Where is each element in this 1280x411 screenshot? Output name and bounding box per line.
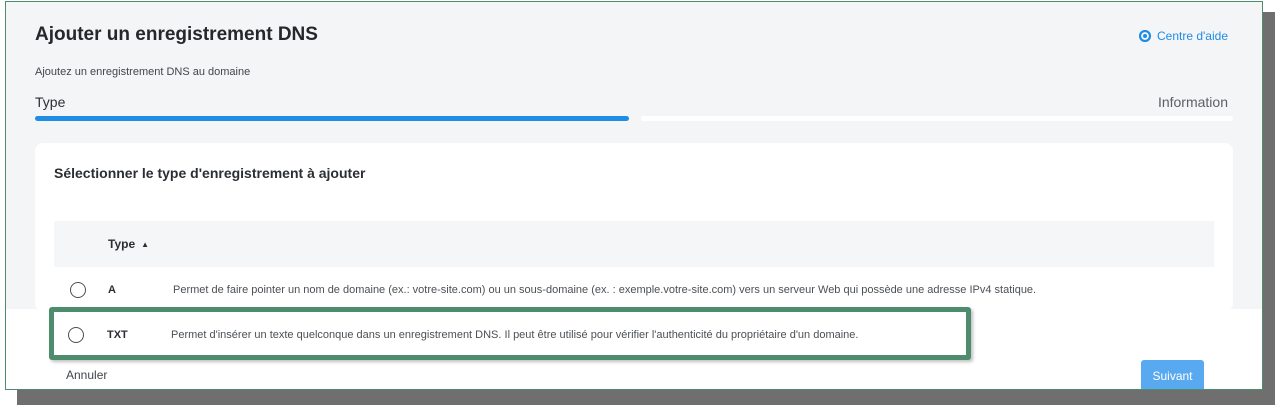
table-row[interactable]: A Permet de faire pointer un nom de doma…: [54, 267, 1214, 311]
column-header-type[interactable]: Type ▲: [108, 237, 149, 251]
page-subtitle: Ajoutez un enregistrement DNS au domaine: [35, 66, 251, 78]
column-header-label: Type: [108, 237, 136, 251]
step-information: Information: [1157, 94, 1228, 110]
cancel-button[interactable]: Annuler: [66, 368, 107, 382]
help-center-label: Centre d'aide: [1156, 29, 1228, 43]
record-type-description: Permet d'insérer un texte quelconque dan…: [171, 329, 859, 341]
card-title: Sélectionner le type d'enregistrement à …: [54, 165, 366, 181]
table-row-txt-highlighted[interactable]: TXT Permet d'insérer un texte quelconque…: [49, 307, 971, 360]
page-title: Ajouter un enregistrement DNS: [35, 24, 318, 45]
next-button[interactable]: Suivant: [1141, 360, 1204, 389]
radio-type-txt[interactable]: [68, 327, 84, 343]
record-type-label: TXT: [107, 329, 128, 341]
step-progress-inactive: [641, 116, 1233, 121]
record-type-card: Sélectionner le type d'enregistrement à …: [35, 143, 1233, 311]
record-type-label: A: [108, 284, 116, 296]
sort-ascending-icon: ▲: [141, 239, 150, 249]
help-center-link[interactable]: Centre d'aide: [1138, 29, 1228, 43]
step-type: Type: [35, 94, 66, 110]
help-circle-icon: [1138, 30, 1151, 42]
record-type-description: Permet de faire pointer un nom de domain…: [173, 284, 1037, 296]
radio-type-a[interactable]: [70, 282, 86, 298]
table-header: Type ▲: [54, 221, 1214, 267]
step-progress-active: [35, 116, 629, 121]
